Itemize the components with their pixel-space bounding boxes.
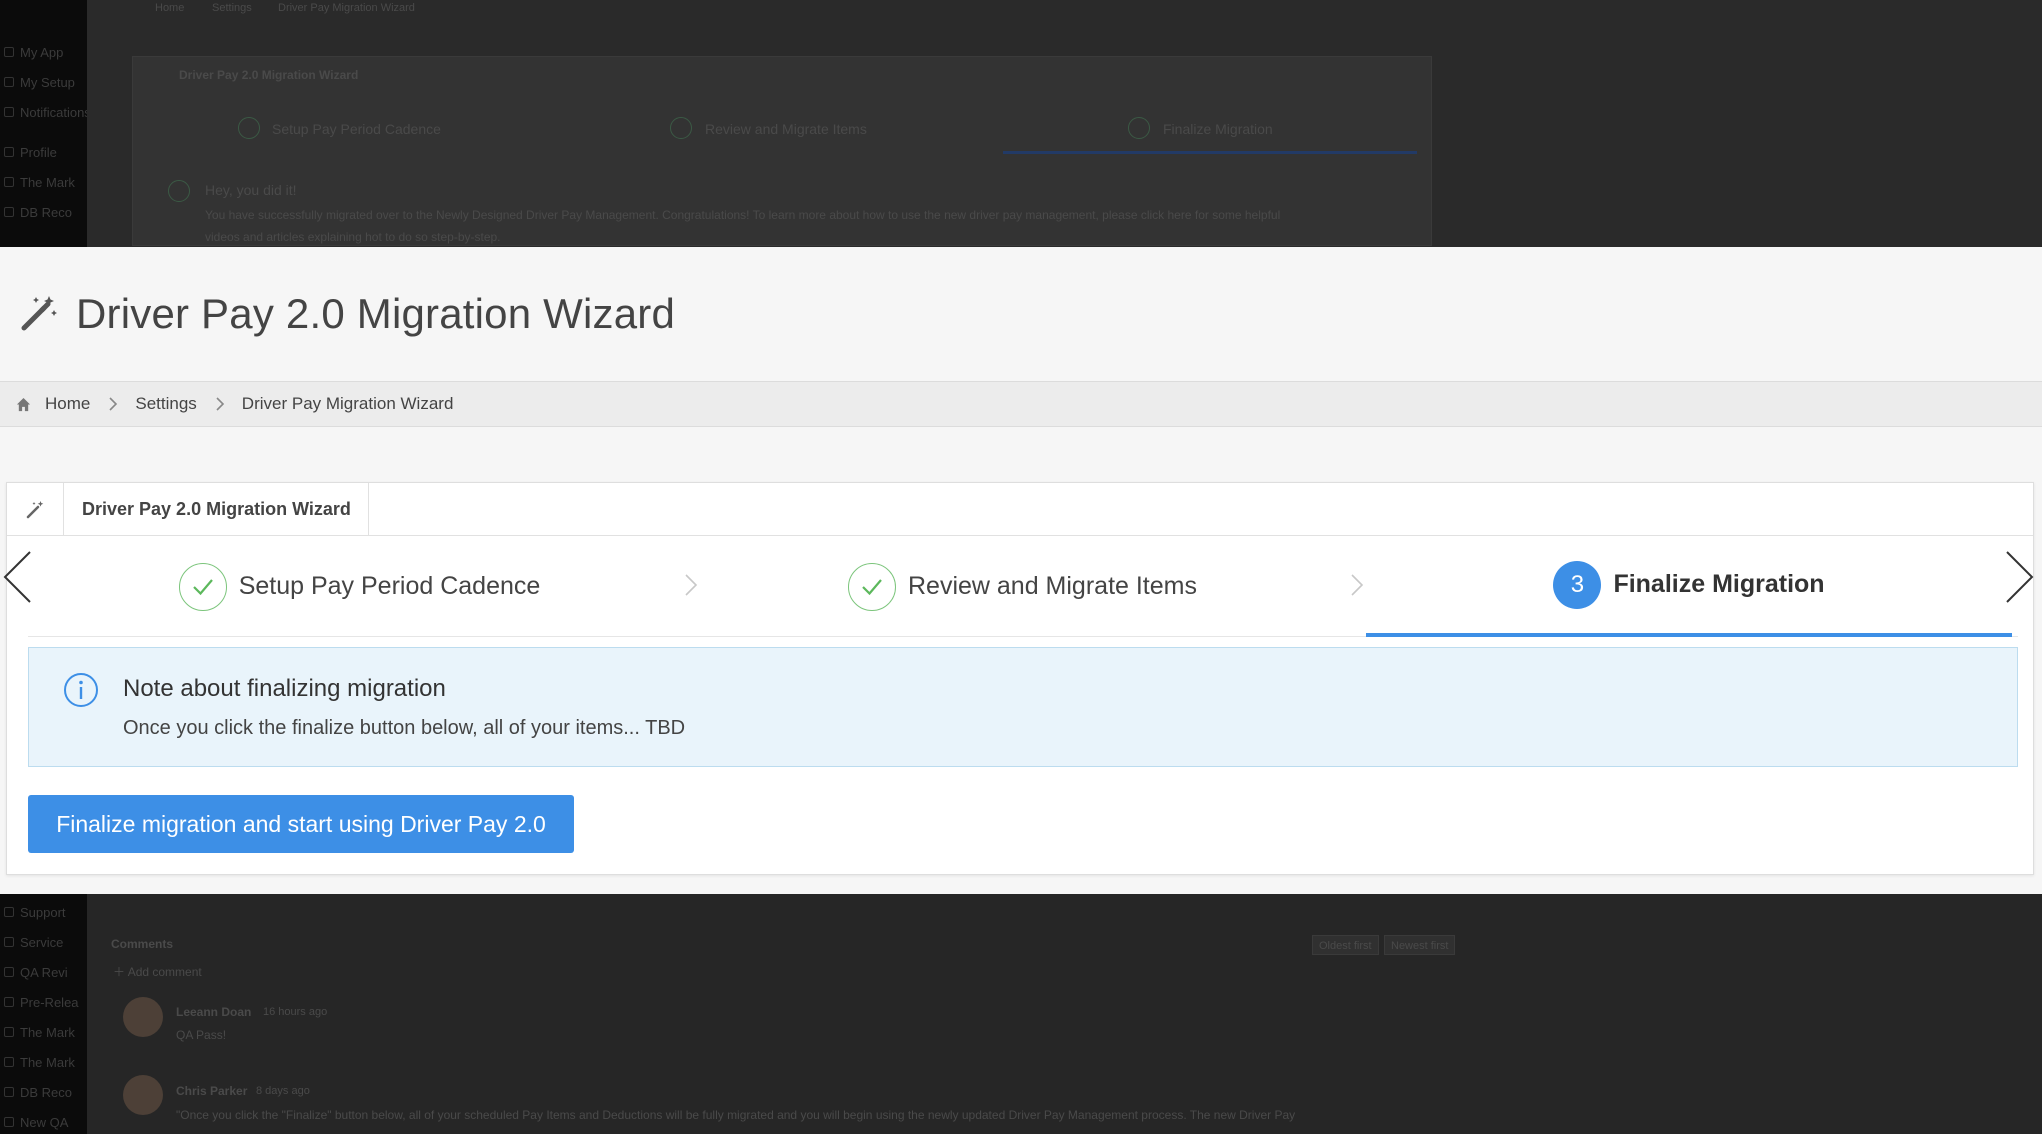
bg-sidebar-item: Profile — [0, 140, 87, 164]
bg-sidebar-icon — [4, 1087, 14, 1097]
bg-sidebar-item: My App — [0, 40, 87, 64]
bg-step-check-icon — [238, 117, 260, 139]
bg-sidebar-item: DB Reco — [0, 200, 87, 224]
bg-sidebar-icon — [4, 937, 14, 947]
bg-sort-oldest: Oldest first — [1312, 935, 1379, 955]
page-header: Driver Pay 2.0 Migration Wizard — [0, 247, 2042, 381]
info-note: Note about finalizing migration Once you… — [28, 647, 2018, 767]
bg-sidebar-icon — [4, 907, 14, 917]
card-tab-title[interactable]: Driver Pay 2.0 Migration Wizard — [64, 483, 369, 536]
wizard-steps: Setup Pay Period Cadence Review and Migr… — [28, 536, 2018, 637]
chevron-right-icon — [216, 397, 224, 411]
bg-step-label: Review and Migrate Items — [705, 121, 867, 137]
bg-add-comment: ＋ Add comment — [113, 965, 202, 979]
bg-sidebar-item: New QA — [0, 1110, 87, 1134]
page-title: Driver Pay 2.0 Migration Wizard — [76, 290, 676, 337]
bg-breadcrumb-current: Driver Pay Migration Wizard — [278, 2, 415, 14]
bg-step-underline — [1003, 151, 1417, 154]
chevron-right-icon — [1351, 574, 1364, 596]
magic-wand-icon — [26, 500, 44, 518]
bg-comments-title: Comments — [111, 937, 174, 951]
breadcrumb: Home Settings Driver Pay Migration Wizar… — [0, 381, 2042, 427]
home-icon — [16, 397, 31, 411]
bg-sidebar-item: QA Revi — [0, 960, 87, 984]
bg-success-title: Hey, you did it! — [205, 182, 297, 198]
bg-sidebar-icon — [4, 997, 14, 1007]
step-finalize-migration[interactable]: 3 Finalize Migration — [1366, 536, 2012, 637]
info-icon — [64, 673, 98, 707]
step-label: Review and Migrate Items — [907, 572, 1197, 600]
breadcrumb-settings[interactable]: Settings — [135, 394, 196, 414]
step-number: 3 — [1553, 560, 1602, 609]
bg-sidebar-icon — [4, 107, 14, 117]
wizard-card: Driver Pay 2.0 Migration Wizard Setup Pa… — [6, 482, 2034, 875]
bg-success-body: You have successfully migrated over to t… — [205, 208, 1281, 222]
bg-sidebar-icon — [4, 77, 14, 87]
bg-comment-time: 16 hours ago — [263, 1006, 328, 1018]
bg-sidebar-icon — [4, 47, 14, 57]
breadcrumb-home[interactable]: Home — [45, 394, 90, 414]
bg-sidebar-icon — [4, 1117, 14, 1127]
bg-comment-text: QA Pass! — [176, 1028, 227, 1042]
bg-sidebar-item: The Mark — [0, 1050, 87, 1074]
bg-step-label: Setup Pay Period Cadence — [272, 121, 441, 137]
bg-sidebar-icon — [4, 1027, 14, 1037]
chevron-right-icon — [109, 397, 118, 411]
bg-sidebar-item: The Mark — [0, 170, 87, 194]
finalize-migration-button[interactable]: Finalize migration and start using Drive… — [28, 795, 574, 853]
bg-comment-author: Leeann Doan — [176, 1005, 252, 1019]
bg-comment-text: "Once you click the "Finalize" button be… — [176, 1108, 1296, 1122]
previous-arrow-icon[interactable] — [2, 550, 32, 604]
bg-step-check-icon — [670, 117, 692, 139]
step-setup-pay-period[interactable]: Setup Pay Period Cadence — [28, 536, 691, 637]
bg-card-title: Driver Pay 2.0 Migration Wizard — [179, 68, 359, 82]
note-title: Note about finalizing migration — [123, 675, 446, 702]
lightbox-image: Driver Pay 2.0 Migration Wizard Home Set… — [0, 247, 2042, 894]
step-label: Setup Pay Period Cadence — [238, 572, 541, 600]
step-label: Finalize Migration — [1613, 570, 1825, 598]
bg-sidebar-item: DB Reco — [0, 1080, 87, 1104]
bg-success-icon — [168, 180, 190, 202]
bg-sidebar-icon — [4, 177, 14, 187]
bg-comment-time: 8 days ago — [256, 1085, 310, 1097]
bg-sidebar-icon — [4, 967, 14, 977]
bg-success-body: videos and articles explaining hot to do… — [205, 230, 501, 244]
bg-step-check-icon — [1128, 117, 1150, 139]
bg-sidebar-icon — [4, 1057, 14, 1067]
card-tab-icon-cell — [7, 483, 64, 536]
bg-avatar — [123, 997, 163, 1037]
check-circle-icon — [847, 562, 896, 611]
bg-sidebar-item: My Setup — [0, 70, 87, 94]
bg-breadcrumb-settings: Settings — [212, 2, 252, 14]
bg-sidebar-icon — [4, 207, 14, 217]
background-comments — [87, 894, 2042, 1134]
bg-breadcrumb-home: Home — [155, 2, 185, 14]
step-review-migrate[interactable]: Review and Migrate Items — [691, 536, 1354, 637]
bg-sidebar-item: Service — [0, 930, 87, 954]
bg-sidebar-icon — [4, 147, 14, 157]
breadcrumb-current: Driver Pay Migration Wizard — [241, 394, 454, 413]
note-body: Once you click the finalize button below… — [123, 717, 686, 739]
bg-avatar — [123, 1075, 163, 1115]
bg-sidebar-item: Support — [0, 900, 87, 924]
card-tab-bar: Driver Pay 2.0 Migration Wizard — [7, 483, 2033, 536]
bg-sort-newest: Newest first — [1384, 935, 1456, 955]
magic-wand-icon — [21, 296, 57, 331]
bg-comment-author: Chris Parker — [176, 1084, 248, 1098]
bg-step-label: Finalize Migration — [1163, 121, 1273, 137]
bg-sidebar-item: Pre-Relea — [0, 990, 87, 1014]
bg-sidebar-item: The Mark — [0, 1020, 87, 1044]
next-arrow-icon[interactable] — [2005, 550, 2035, 604]
bg-sidebar-item: Notifications — [0, 100, 87, 124]
check-circle-icon — [178, 562, 227, 611]
